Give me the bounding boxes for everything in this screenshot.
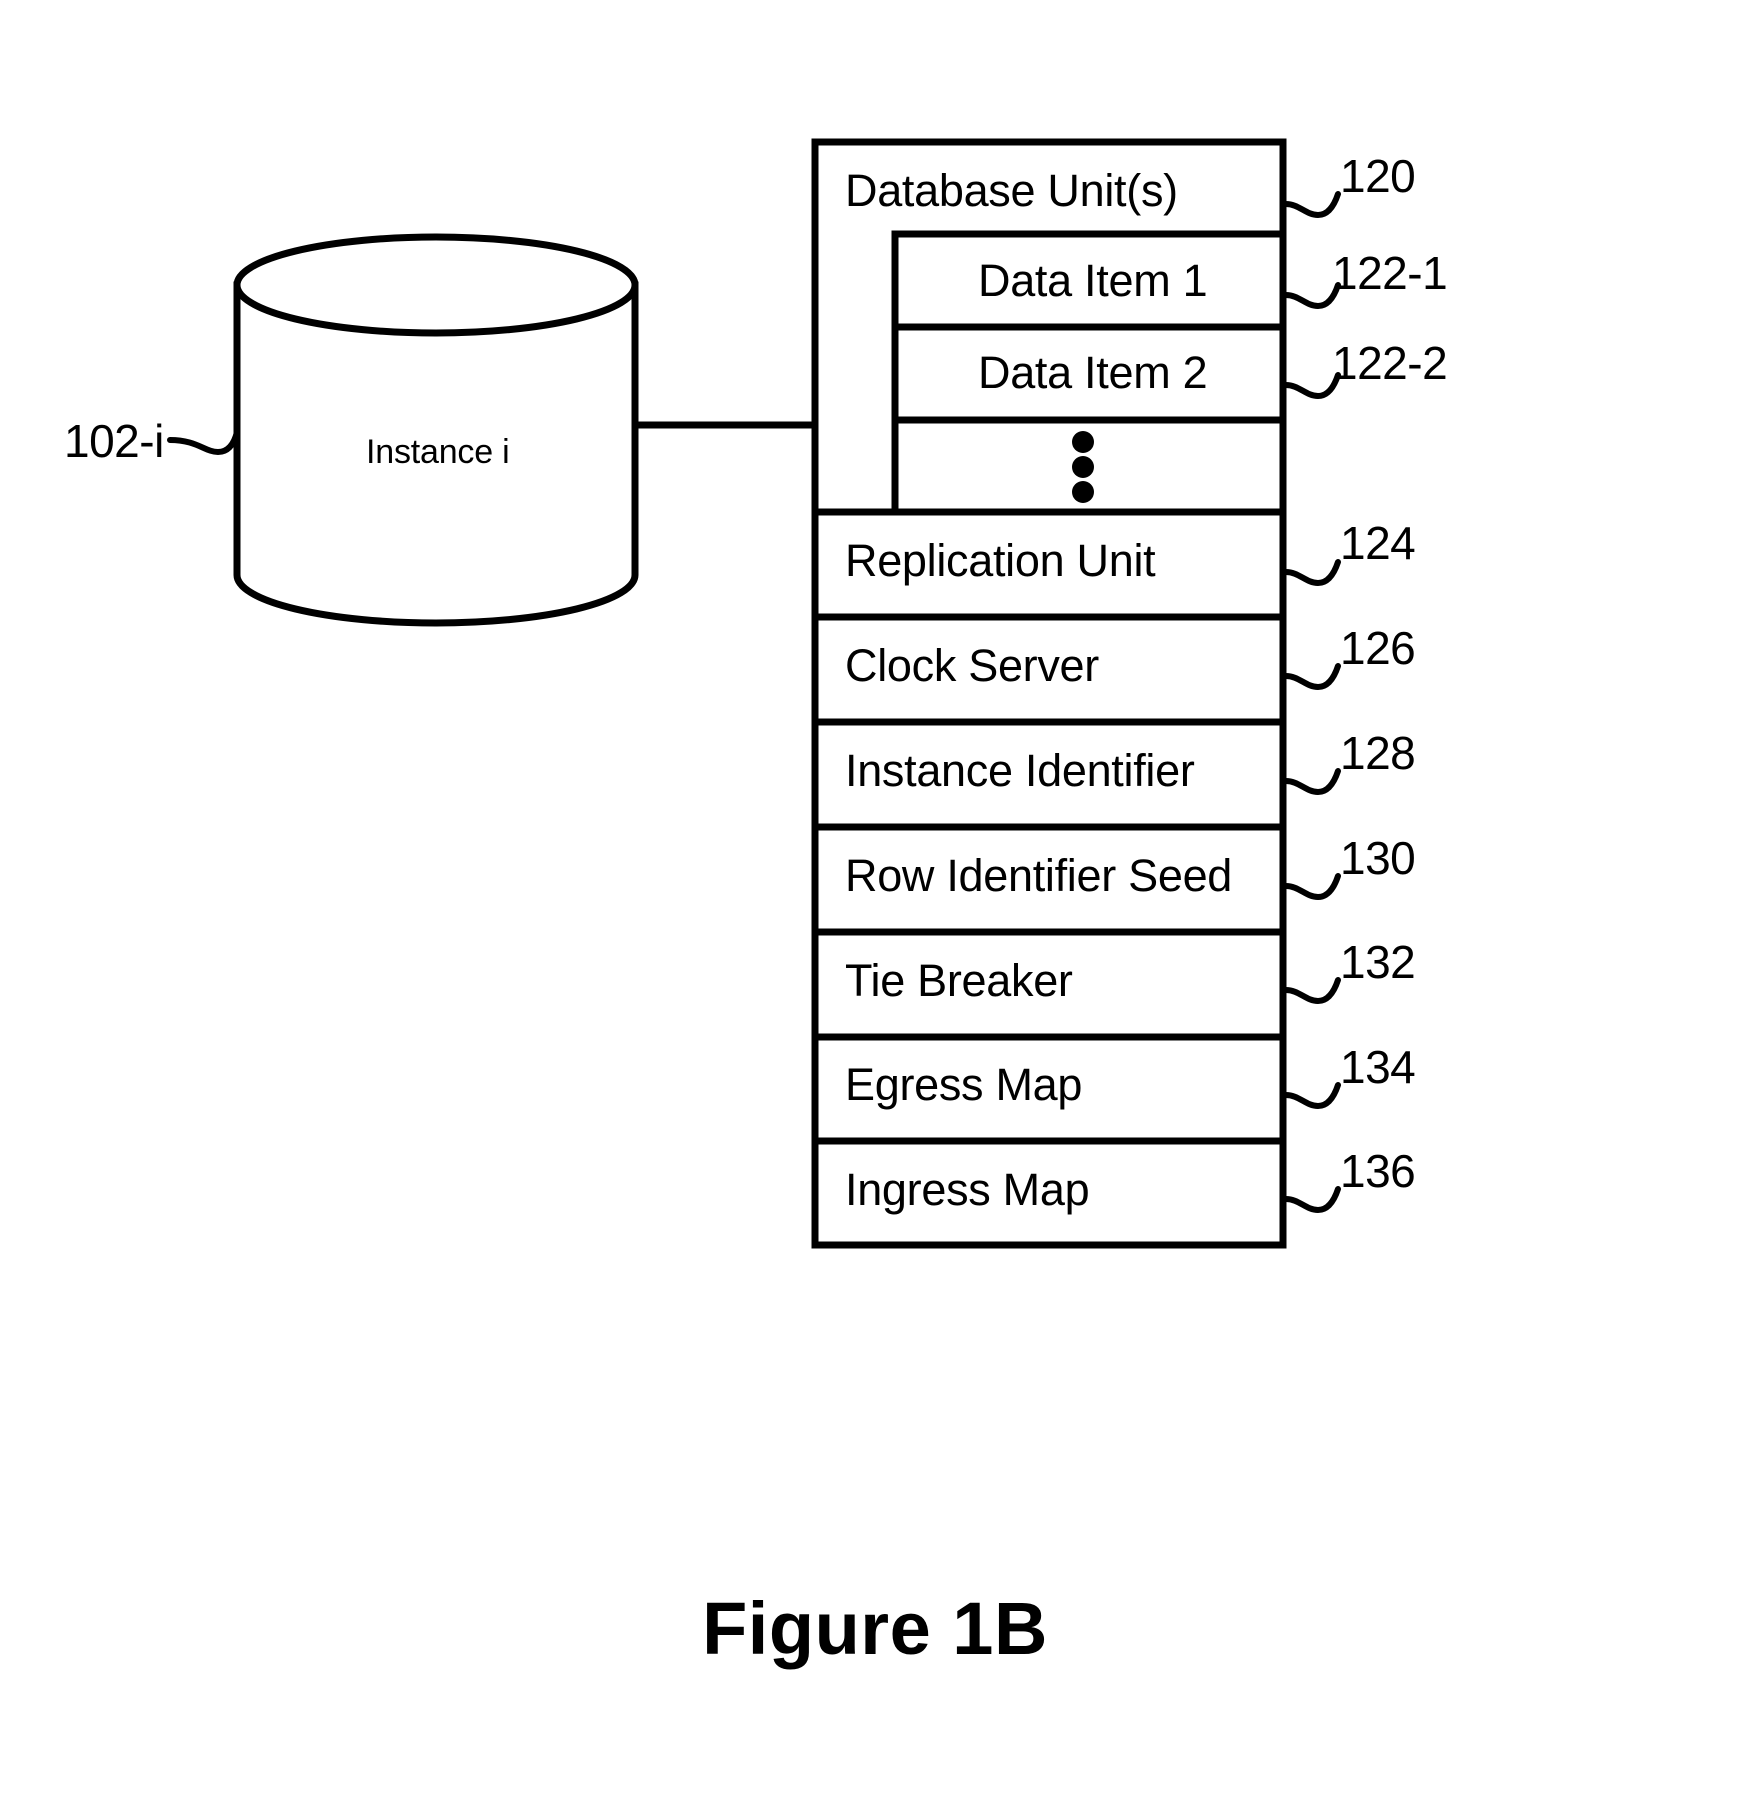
component-6-label: Ingress Map (845, 1164, 1090, 1215)
database-unit-title: Database Unit(s) (845, 165, 1178, 216)
ellipsis-dot-2 (1072, 456, 1094, 478)
component-2-label: Instance Identifier (845, 745, 1195, 796)
data-item-2-label: Data Item 2 (978, 347, 1208, 398)
leader-124 (1283, 559, 1341, 587)
leader-102i (167, 429, 240, 456)
database-unit-ref: 120 (1340, 150, 1416, 202)
leader-126 (1283, 663, 1341, 691)
leader-132 (1283, 977, 1341, 1005)
component-0-ref: 124 (1340, 517, 1416, 569)
component-6-ref: 136 (1340, 1145, 1416, 1197)
leader-120 (1283, 191, 1341, 219)
figure-page: 102-i Instance i Database Unit(s) 120 Da… (0, 0, 1750, 1799)
ellipsis-dot-3 (1072, 481, 1094, 503)
component-5-label: Egress Map (845, 1059, 1083, 1110)
leader-122-2 (1283, 372, 1341, 400)
figure-caption: Figure 1B (702, 1587, 1048, 1670)
component-4-ref: 132 (1340, 936, 1416, 988)
leader-136 (1283, 1186, 1341, 1214)
component-2-ref: 128 (1340, 727, 1416, 779)
leader-128 (1283, 768, 1341, 796)
component-1-label: Clock Server (845, 640, 1099, 691)
instance-ref-label: 102-i (64, 415, 164, 467)
component-4-label: Tie Breaker (845, 955, 1073, 1006)
instance-label: Instance i (366, 433, 510, 471)
component-0-label: Replication Unit (845, 535, 1156, 586)
data-item-2-ref: 122-2 (1332, 337, 1448, 389)
data-item-1-label: Data Item 1 (978, 255, 1208, 306)
leader-134 (1283, 1082, 1341, 1110)
component-5-ref: 134 (1340, 1041, 1416, 1093)
data-item-1-ref: 122-1 (1332, 247, 1448, 299)
component-1-ref: 126 (1340, 622, 1416, 674)
database-cylinder-shape (233, 233, 639, 627)
component-3-ref: 130 (1340, 832, 1416, 884)
leader-122-1 (1283, 282, 1341, 310)
leader-130 (1283, 873, 1341, 901)
component-3-label: Row Identifier Seed (845, 850, 1233, 901)
ellipsis-dot-1 (1072, 431, 1094, 453)
